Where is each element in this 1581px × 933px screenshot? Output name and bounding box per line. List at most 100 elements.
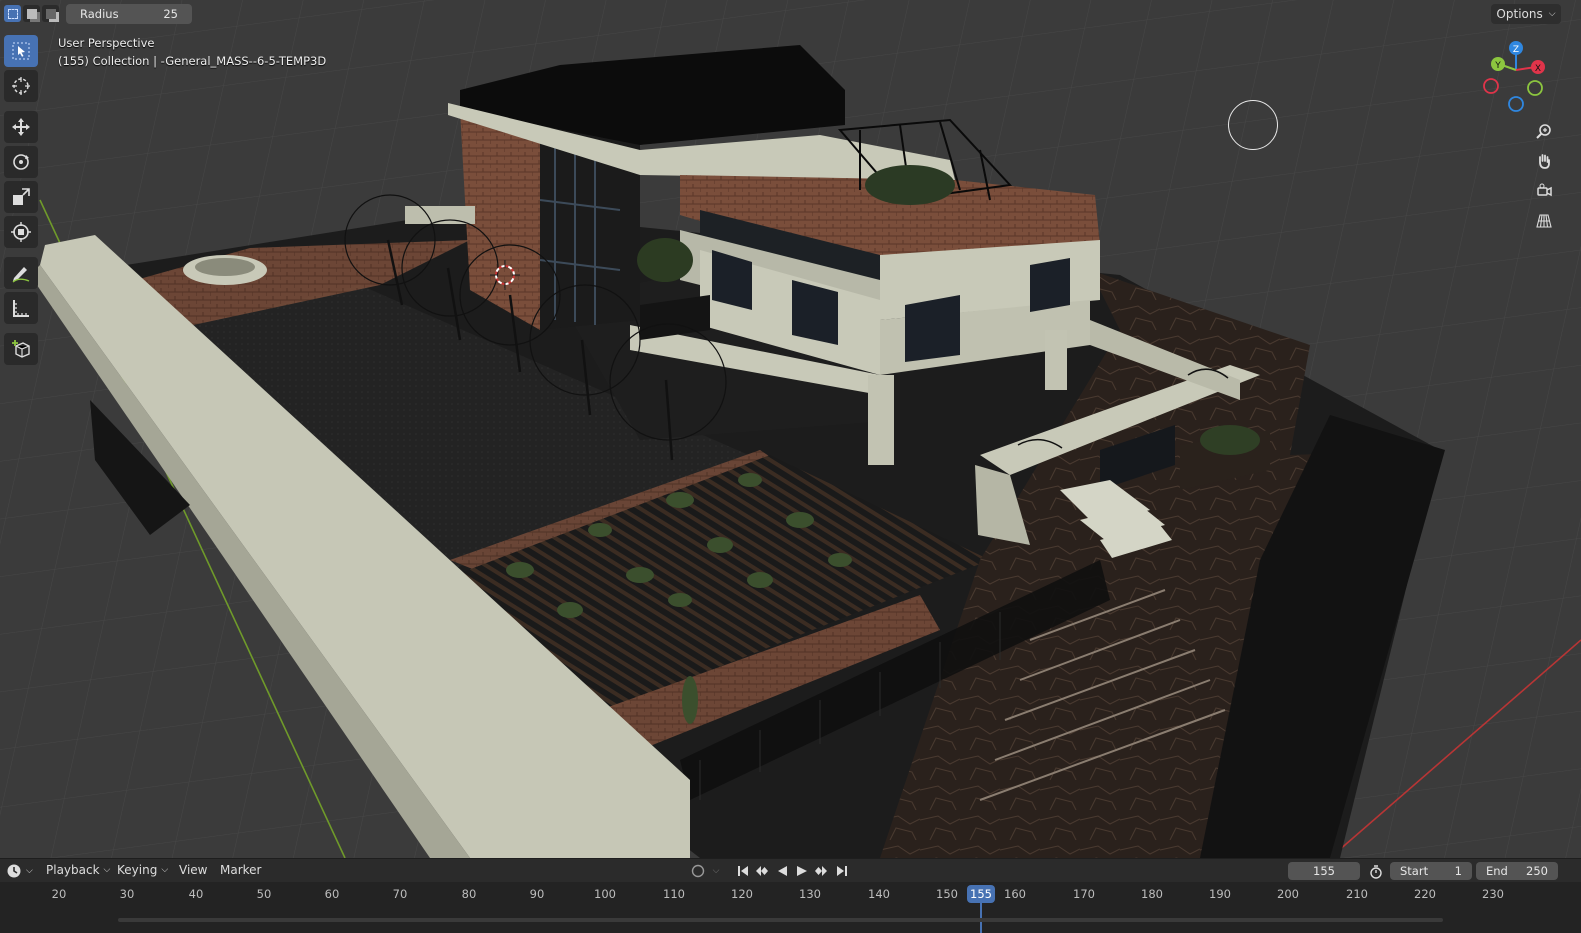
options-dropdown[interactable]: Options ⌵ [1491,4,1561,24]
start-frame-field[interactable]: Start 1 [1390,862,1472,880]
transform-icon [11,222,31,242]
current-frame-field[interactable]: 155 [1288,862,1360,880]
frame-tick: 160 [1004,887,1026,901]
frame-tick: 110 [663,887,685,901]
add-cube-icon [12,340,30,358]
playback-menu[interactable]: Playback ⌵ [46,863,110,877]
crosshair-cursor-icon [12,77,30,95]
zoom-icon [1536,124,1551,139]
prev-keyframe-icon [756,865,768,876]
chevron-down-icon: ⌵ [712,865,720,876]
end-frame-field[interactable]: End 250 [1476,862,1558,880]
frame-tick: 220 [1414,887,1436,901]
radius-label: Radius [80,7,119,21]
play-button[interactable] [794,862,810,879]
rotate-tool[interactable] [4,146,38,178]
camera-view-button[interactable] [1531,178,1557,204]
select-extend-icon[interactable] [23,5,40,22]
scene-render [0,0,1581,858]
brush-radius-circle [1228,100,1278,150]
annotate-tool[interactable] [4,257,38,289]
add-cube-tool[interactable] [4,333,38,365]
play-icon [797,865,807,876]
playback-menu-label: Playback [46,863,100,877]
timeline-scrollbar[interactable] [118,918,1443,922]
selection-mode-group [4,5,59,22]
transform-tool[interactable] [4,216,38,248]
end-frame-label: End [1486,864,1508,878]
view-perspective-label: User Perspective [58,36,155,50]
scale-icon [13,188,30,205]
view-menu[interactable]: View [179,863,207,877]
blender-window: Radius 25 Options ⌵ User Perspective (15… [0,0,1581,933]
prev-keyframe-button[interactable] [754,862,770,879]
move-arrows-icon [12,118,30,136]
frame-tick: 230 [1482,887,1504,901]
select-subtract-icon[interactable] [42,5,59,22]
frame-tick: 190 [1209,887,1231,901]
perspective-toggle-button[interactable] [1531,208,1557,234]
preview-range-toggle[interactable] [1368,863,1384,880]
chevron-down-icon: ⌵ [103,865,111,875]
keying-menu-label: Keying [117,863,158,877]
chevron-down-icon: ⌵ [161,865,169,875]
chevron-down-icon: ⌵ [26,866,33,876]
radius-value: 25 [163,7,178,21]
active-collection-label: (155) Collection | -General_MASS--6-5-TE… [58,54,327,68]
start-frame-label: Start [1400,864,1429,878]
timeline-ruler[interactable]: 20 30 40 50 60 70 80 90 100 110 120 130 … [0,882,1581,933]
frame-tick: 130 [799,887,821,901]
start-frame-value: 1 [1454,864,1462,878]
zoom-button[interactable] [1531,118,1557,144]
measure-tool[interactable] [4,292,38,324]
jump-end-icon [837,865,847,876]
editor-type-button[interactable]: ⌵ [6,863,33,879]
pan-button[interactable] [1531,148,1557,174]
camera-icon [1537,183,1552,197]
select-new-icon[interactable] [4,5,21,22]
ruler-icon [13,300,29,317]
marker-menu[interactable]: Marker [220,863,261,877]
play-reverse-icon [778,865,787,876]
frame-tick: 30 [119,887,135,901]
clock-icon [7,864,21,878]
gizmo-x-label: X [1535,64,1541,74]
grid-perspective-icon [1536,214,1552,228]
viewport-header: Radius 25 Options ⌵ [0,0,1581,28]
jump-end-button[interactable] [834,862,850,879]
frame-tick: 210 [1346,887,1368,901]
hand-icon [1539,154,1550,169]
frame-tick: 50 [256,887,272,901]
3d-viewport[interactable]: Radius 25 Options ⌵ User Perspective (15… [0,0,1581,858]
frame-tick: 200 [1277,887,1299,901]
playhead-frame-indicator[interactable]: 155 [967,885,995,903]
frame-tick: 70 [392,887,408,901]
view-menu-label: View [179,863,208,877]
jump-start-button[interactable] [735,862,751,879]
auto-keying-button[interactable] [690,862,706,879]
frame-tick: 80 [461,887,477,901]
marker-menu-label: Marker [220,863,262,877]
jump-start-icon [738,865,748,876]
timeline-header: ⌵ Playback ⌵ Keying ⌵ View Marker ⌵ 155 … [0,858,1581,882]
select-box-tool[interactable] [4,35,38,67]
play-reverse-button[interactable] [774,862,790,879]
tool-shelf [4,35,40,368]
radius-field[interactable]: Radius 25 [66,4,192,24]
keying-options-dropdown[interactable]: ⌵ [708,862,724,879]
end-frame-value: 250 [1526,864,1548,878]
chevron-down-icon: ⌵ [1548,9,1556,19]
keying-menu[interactable]: Keying ⌵ [117,863,168,877]
rotate-icon [13,154,29,170]
frame-tick: 100 [594,887,616,901]
move-tool[interactable] [4,111,38,143]
pencil-icon [12,267,30,283]
gizmo-z-label: Z [1513,45,1519,55]
scale-tool[interactable] [4,181,38,213]
gizmo-y-label: Y [1494,61,1501,71]
next-keyframe-button[interactable] [813,862,829,879]
navigation-gizmo[interactable]: Z Y X [1478,38,1550,118]
next-keyframe-icon [815,865,827,876]
frame-tick: 150 [936,887,958,901]
cursor-tool[interactable] [4,70,38,102]
